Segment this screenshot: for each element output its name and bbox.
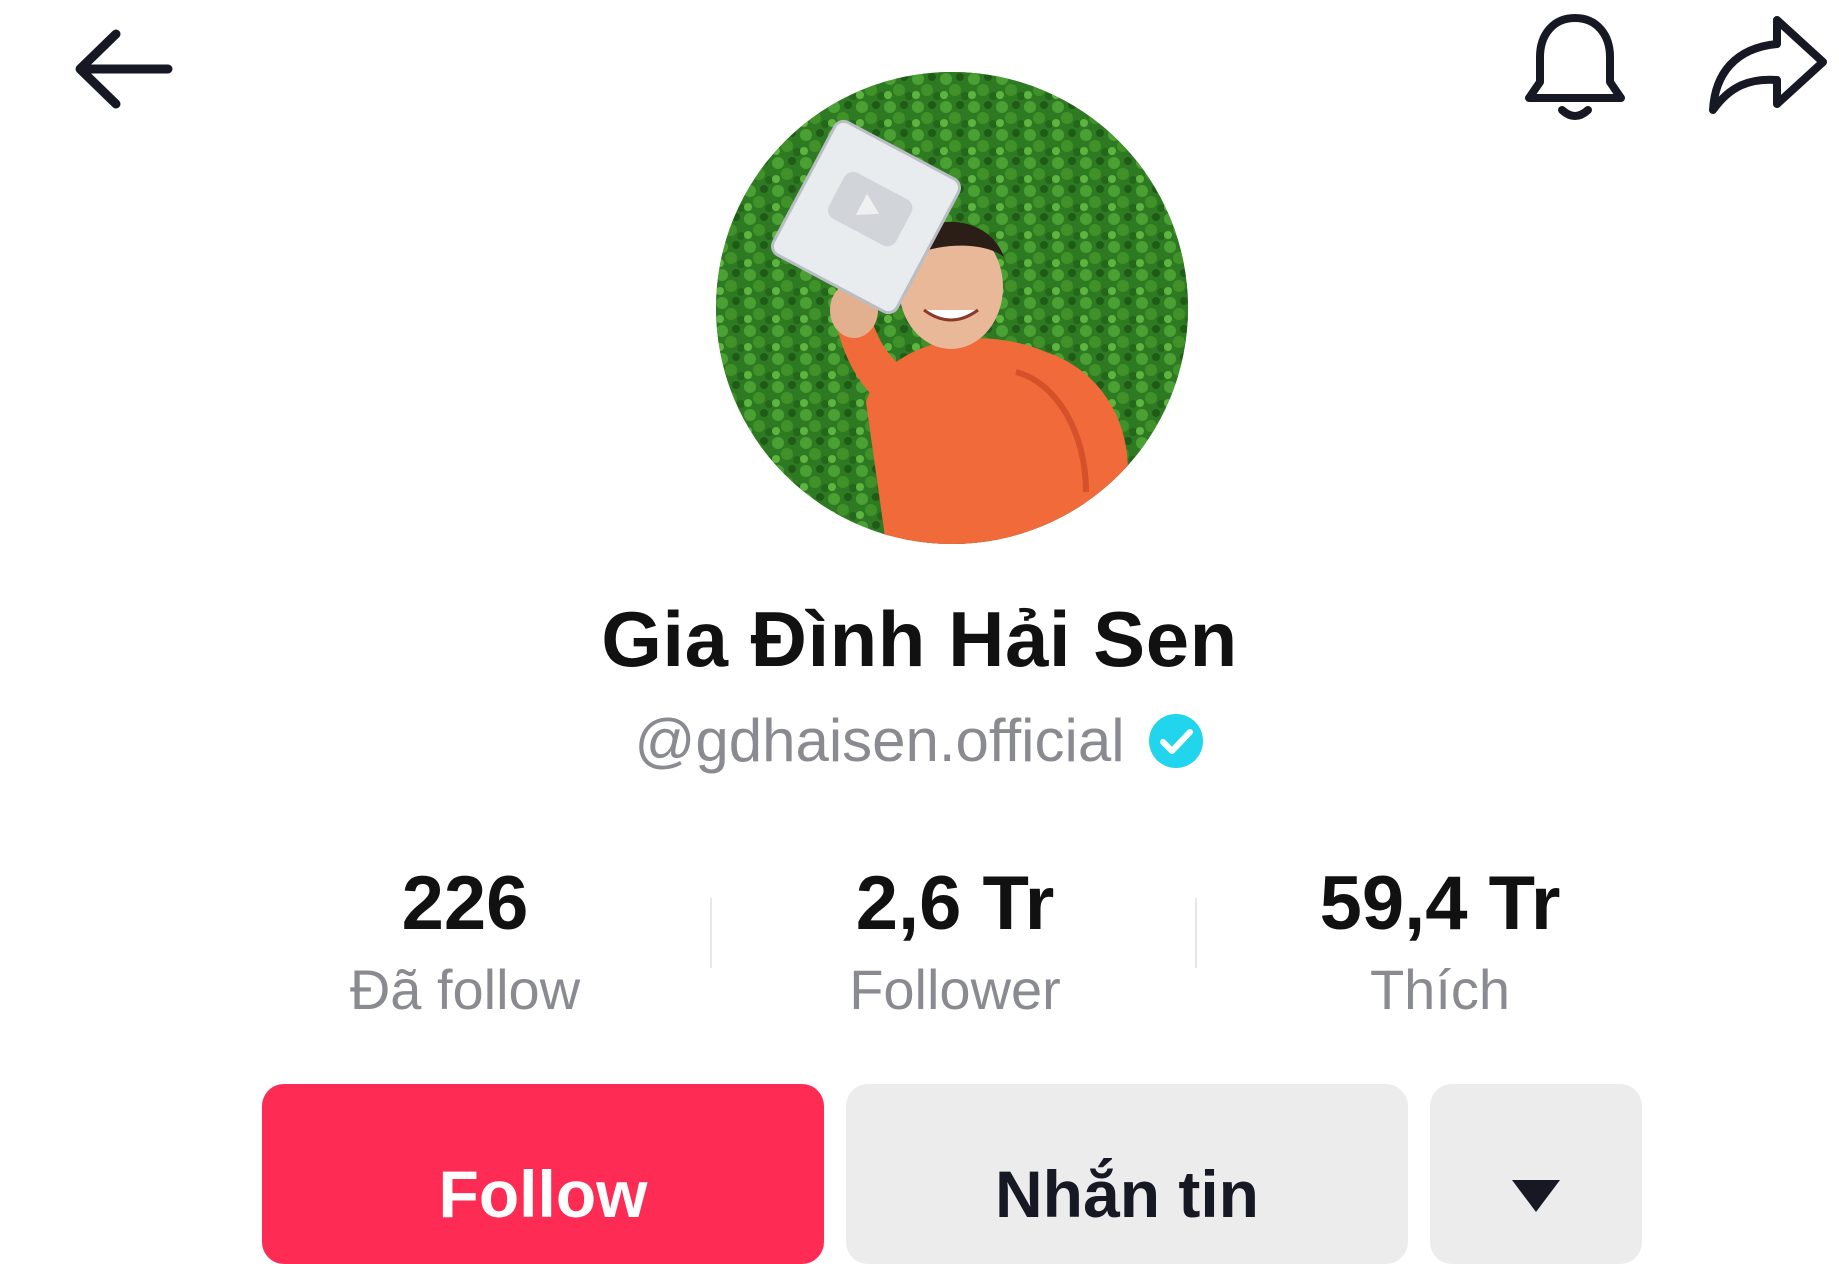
avatar[interactable] [716,72,1188,544]
profile-handle-row: @gdhaisen.official [0,706,1839,775]
profile-handle: @gdhaisen.official [634,707,1125,774]
stat-following-label: Đã follow [349,958,581,1021]
stat-likes-value: 59,4 Tr [1319,861,1561,946]
share-arrow-icon[interactable] [1705,12,1830,122]
triangle-down-icon [1512,1180,1560,1212]
stat-following[interactable]: 226 Đã follow [315,866,615,1018]
message-button[interactable]: Nhắn tin [846,1084,1408,1264]
follow-button[interactable]: Follow [262,1084,824,1264]
stat-divider [710,898,712,968]
stat-following-value: 226 [401,861,529,946]
stat-divider [1195,898,1197,968]
stat-followers[interactable]: 2,6 Tr Follower [810,866,1100,1018]
stat-likes[interactable]: 59,4 Tr Thích [1290,866,1590,1018]
profile-display-name: Gia Đình Hải Sen [601,595,1238,683]
stat-followers-label: Follower [849,958,1061,1021]
back-arrow-icon[interactable] [68,24,178,114]
stat-followers-value: 2,6 Tr [855,861,1055,946]
bell-icon[interactable] [1520,10,1630,125]
more-options-button[interactable] [1430,1084,1642,1264]
stat-likes-label: Thích [1369,958,1511,1021]
verified-badge-icon [1148,713,1203,768]
avatar-photo [716,72,1188,544]
